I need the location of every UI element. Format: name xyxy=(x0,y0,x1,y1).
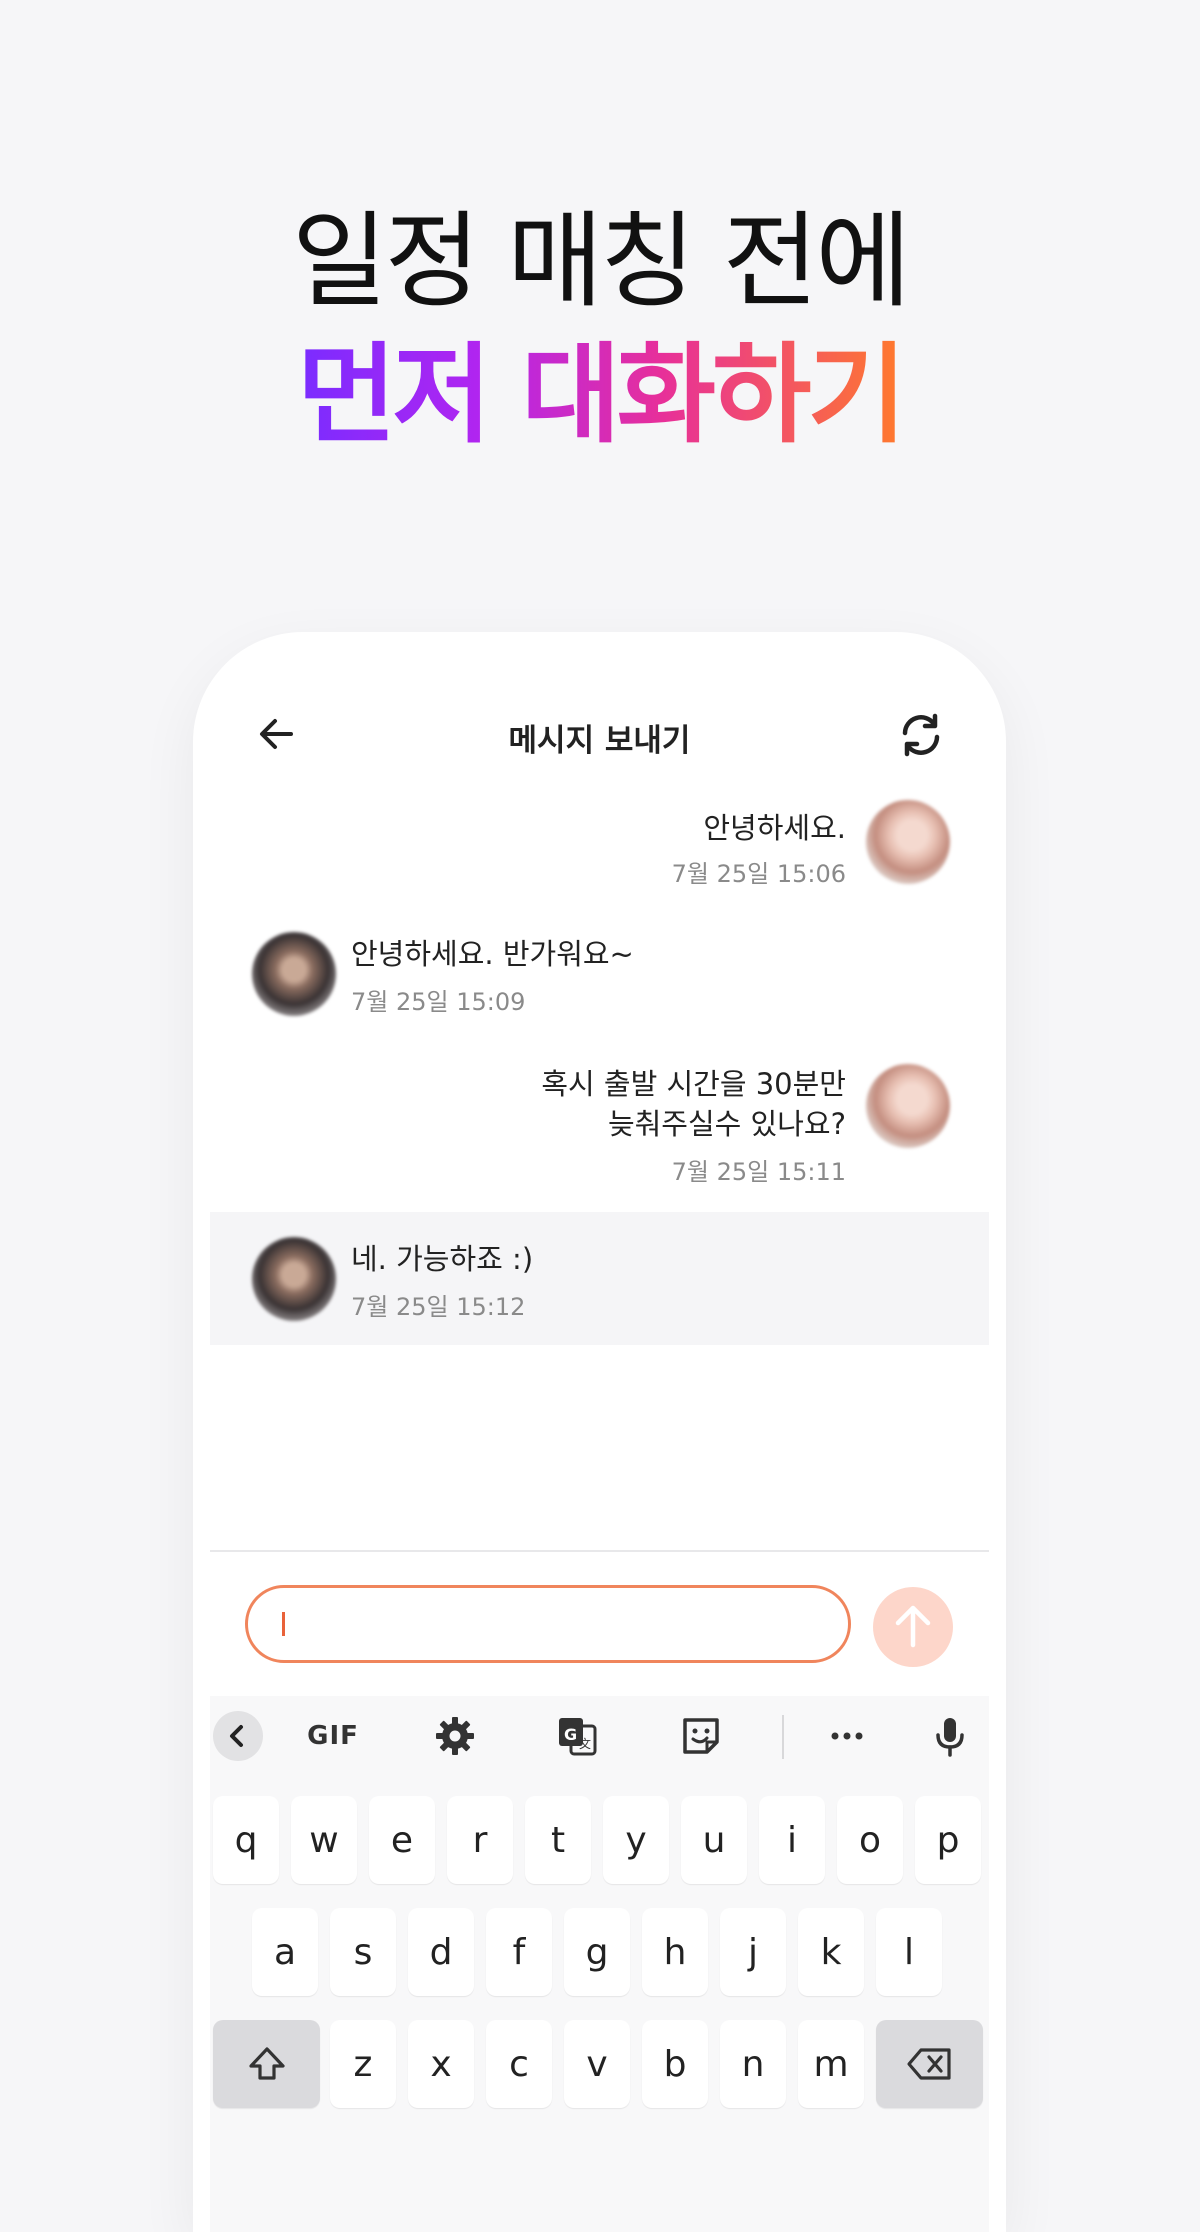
key-y[interactable]: y xyxy=(603,1796,669,1884)
refresh-icon[interactable] xyxy=(895,709,947,761)
message-item: 네. 가능하죠 :) 7월 25일 15:12 xyxy=(193,1237,1006,1327)
key-n[interactable]: n xyxy=(720,2020,786,2108)
svg-text:G: G xyxy=(564,1725,577,1744)
shift-key[interactable] xyxy=(213,2020,320,2108)
more-horizontal-icon[interactable] xyxy=(822,1712,872,1760)
key-r[interactable]: r xyxy=(447,1796,513,1884)
chevron-left-icon[interactable] xyxy=(213,1711,263,1761)
key-b[interactable]: b xyxy=(642,2020,708,2108)
headline-gradient-text: 먼저 대화하기 xyxy=(297,333,907,458)
page-title: 메시지 보내기 xyxy=(508,723,691,759)
message-text: 안녕하세요. 반가워요~ xyxy=(351,937,634,971)
message-item: 안녕하세요. 반가워요~ 7월 25일 15:09 xyxy=(193,932,1006,1022)
send-button[interactable] xyxy=(873,1587,953,1667)
headline: 일정 매칭 전에 먼저 대화하기 xyxy=(0,196,1200,466)
gif-button[interactable]: GIF xyxy=(300,1712,366,1760)
message-text: 혹시 출발 시간을 30분만 xyxy=(541,1067,846,1101)
key-f[interactable]: f xyxy=(486,1908,552,1996)
key-p[interactable]: p xyxy=(915,1796,981,1884)
message-input[interactable] xyxy=(245,1585,851,1663)
avatar[interactable] xyxy=(252,1237,336,1321)
translate-icon[interactable]: G 文 xyxy=(552,1712,602,1760)
message-text: 네. 가능하죠 :) xyxy=(351,1242,534,1276)
message-time: 7월 25일 15:09 xyxy=(351,988,526,1016)
key-t[interactable]: t xyxy=(525,1796,591,1884)
keyboard: GIF G 文 q w e r t y u i o p a s d f g h … xyxy=(210,1696,989,2232)
key-s[interactable]: s xyxy=(330,1908,396,1996)
key-x[interactable]: x xyxy=(408,2020,474,2108)
key-o[interactable]: o xyxy=(837,1796,903,1884)
key-i[interactable]: i xyxy=(759,1796,825,1884)
microphone-icon[interactable] xyxy=(928,1712,972,1760)
message-text: 늦춰주실수 있나요? xyxy=(607,1107,846,1141)
message-item: 혹시 출발 시간을 30분만 늦춰주실수 있나요? 7월 25일 15:11 xyxy=(193,1064,1006,1194)
key-k[interactable]: k xyxy=(798,1908,864,1996)
key-q[interactable]: q xyxy=(213,1796,279,1884)
gear-icon[interactable] xyxy=(430,1712,480,1760)
key-j[interactable]: j xyxy=(720,1908,786,1996)
backspace-icon xyxy=(906,2048,951,2080)
text-caret xyxy=(282,1612,285,1636)
key-e[interactable]: e xyxy=(369,1796,435,1884)
keyboard-toolbar: GIF G 文 xyxy=(210,1696,989,1776)
key-z[interactable]: z xyxy=(330,2020,396,2108)
shift-icon xyxy=(248,2047,285,2080)
avatar[interactable] xyxy=(252,932,336,1016)
key-w[interactable]: w xyxy=(291,1796,357,1884)
message-item: 안녕하세요. 7월 25일 15:06 xyxy=(193,800,1006,890)
arrow-up-icon xyxy=(895,1605,931,1648)
backspace-key[interactable] xyxy=(876,2020,983,2108)
key-h[interactable]: h xyxy=(642,1908,708,1996)
message-time: 7월 25일 15:12 xyxy=(351,1293,526,1321)
key-d[interactable]: d xyxy=(408,1908,474,1996)
avatar[interactable] xyxy=(866,800,950,884)
message-text: 안녕하세요. xyxy=(703,811,846,845)
message-time: 7월 25일 15:06 xyxy=(671,860,846,888)
key-c[interactable]: c xyxy=(486,2020,552,2108)
key-l[interactable]: l xyxy=(876,1908,942,1996)
sticker-icon[interactable] xyxy=(676,1712,726,1760)
avatar[interactable] xyxy=(866,1064,950,1148)
key-a[interactable]: a xyxy=(252,1908,318,1996)
svg-text:文: 文 xyxy=(579,1736,591,1751)
headline-line-2: 먼저 대화하기 xyxy=(0,326,1200,466)
app-bar: 메시지 보내기 xyxy=(193,687,1006,787)
phone-frame: 메시지 보내기 안녕하세요. 7월 25일 15:06 안녕하세요. 반가워요~… xyxy=(193,632,1006,2232)
key-g[interactable]: g xyxy=(564,1908,630,1996)
message-time: 7월 25일 15:11 xyxy=(671,1158,846,1186)
composer-divider xyxy=(210,1550,989,1552)
headline-line-1: 일정 매칭 전에 xyxy=(291,200,911,322)
key-u[interactable]: u xyxy=(681,1796,747,1884)
key-m[interactable]: m xyxy=(798,2020,864,2108)
key-v[interactable]: v xyxy=(564,2020,630,2108)
toolbar-separator xyxy=(782,1715,784,1759)
